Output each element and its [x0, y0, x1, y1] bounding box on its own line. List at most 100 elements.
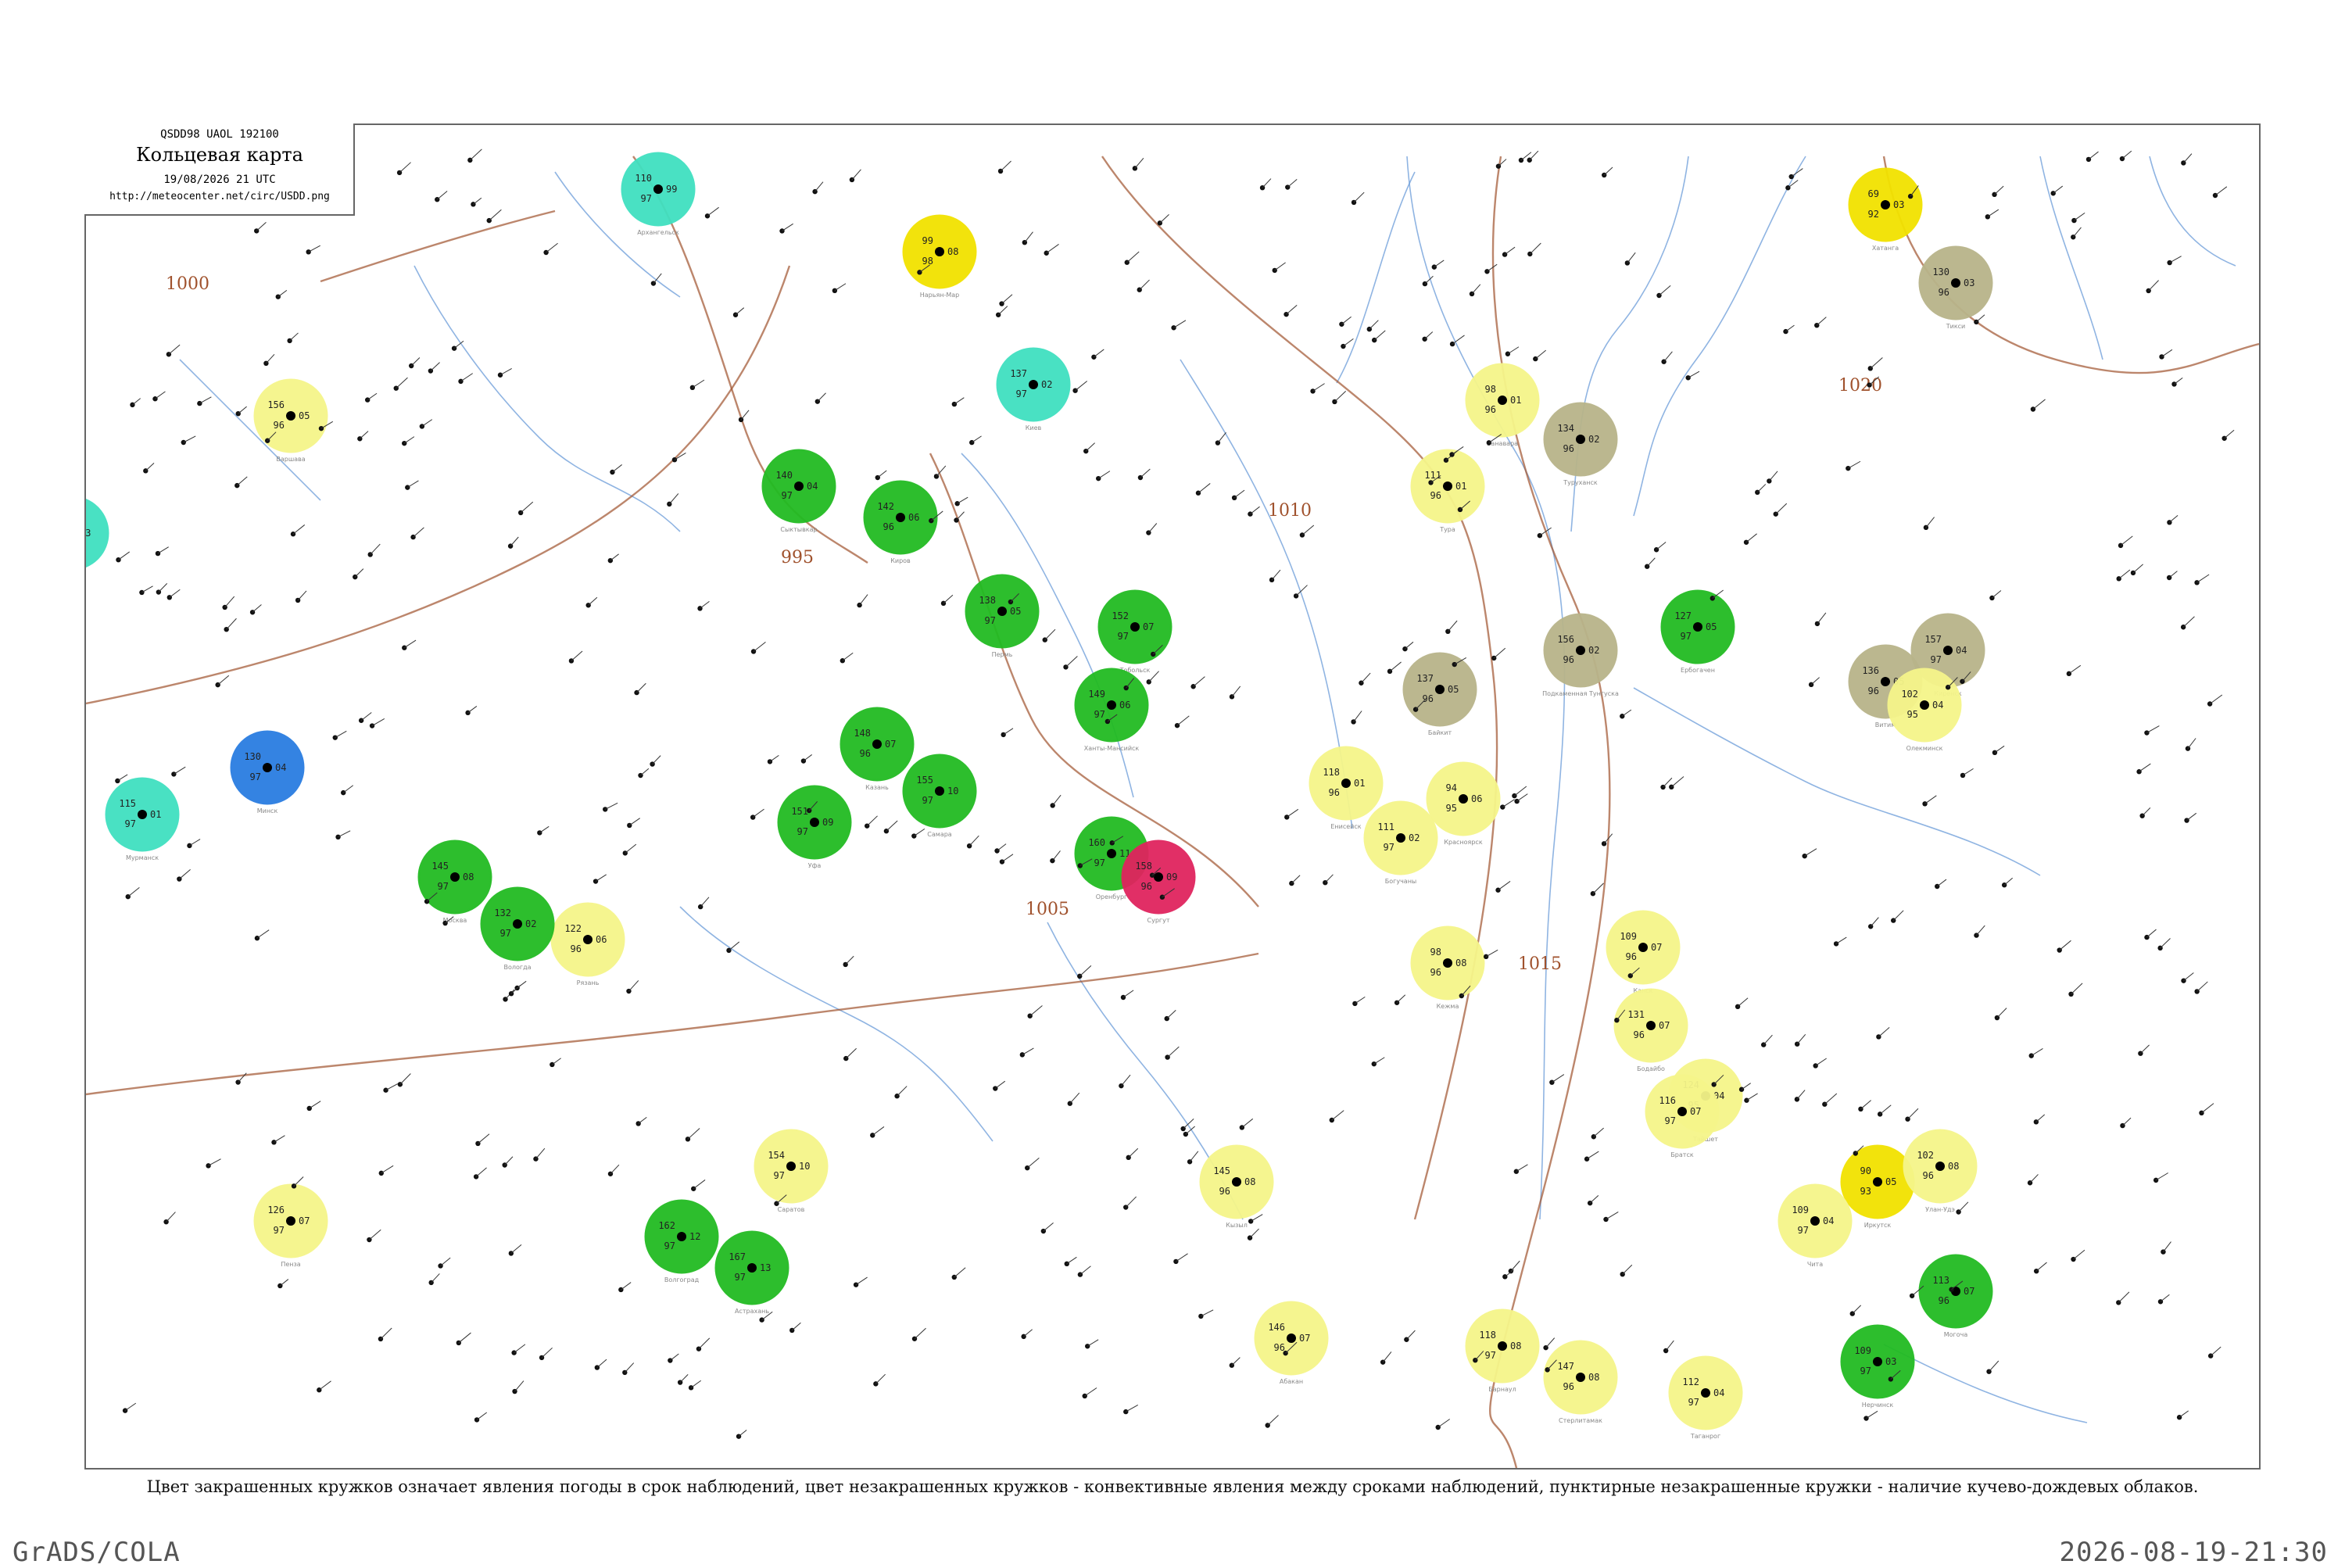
river-line — [414, 265, 681, 532]
station-marker[interactable]: 130 96 03 Тикси — [1918, 245, 1993, 330]
station-marker[interactable]: 132 97 02 Вологда — [480, 886, 555, 971]
station-marker[interactable]: 989601Ванавара — [1465, 363, 1540, 447]
station-marker[interactable]: 130 97 04 Минск — [230, 730, 305, 814]
station-dot — [2071, 217, 2077, 224]
station-marker[interactable]: 155 97 10 Самара — [902, 754, 977, 838]
station-temperature: 99 — [922, 235, 933, 246]
station-dot — [1744, 1097, 1749, 1103]
wind-barb — [968, 835, 979, 847]
wind-barb — [1852, 1305, 1862, 1314]
station-marker[interactable]: 1139703Гродно — [86, 497, 109, 580]
wind-barb — [2224, 429, 2235, 439]
wind-barb — [1545, 1337, 1556, 1348]
station-marker[interactable]: 158 96 09 Сургут — [1121, 839, 1196, 924]
station-marker[interactable]: 94 95 06 Красноярск — [1426, 761, 1501, 846]
station-marker[interactable]: 140 97 04 Сыктывкар — [761, 449, 836, 533]
station-marker[interactable]: 134 96 02 Туруханск — [1543, 402, 1618, 486]
station-marker[interactable]: 116 97 07 Братск — [1645, 1074, 1720, 1158]
wind-barb — [1498, 881, 1511, 891]
wind-barb — [504, 1156, 514, 1165]
station-temperature: 90 — [1860, 1165, 1871, 1176]
station-dewpoint: 97 — [1665, 1115, 1676, 1126]
station-marker[interactable]: 102 96 08 Улан-Удэ — [1903, 1129, 1978, 1213]
station-marker[interactable]: 162 97 12 Волгоград — [644, 1199, 719, 1283]
station-temperature: 146 — [1268, 1322, 1285, 1333]
wind-barb — [1173, 320, 1187, 328]
wind-barb — [740, 410, 750, 421]
station-marker[interactable]: 131 96 07 Бодайбо — [1613, 988, 1688, 1072]
wind-barb — [971, 435, 982, 443]
station-marker[interactable]: 90 93 05 Иркутск — [1840, 1144, 1915, 1229]
wind-barb — [1745, 533, 1757, 543]
station-dewpoint: 97 — [1681, 631, 1692, 642]
station-name: Абакан — [1280, 1378, 1303, 1385]
wind-barb — [1504, 246, 1516, 255]
station-marker[interactable]: 145 96 08 Кызыл — [1199, 1144, 1274, 1229]
station-marker[interactable]: 127 97 05 Ербогачен — [1660, 589, 1735, 674]
station-marker[interactable]: 113 96 07 Могоча — [1918, 1254, 1993, 1338]
station-name: Кызыл — [1226, 1222, 1248, 1229]
wind-barb — [1097, 471, 1111, 479]
station-pressure: 04 — [1823, 1215, 1834, 1226]
station-marker[interactable]: 138 97 05 Пермь — [965, 574, 1040, 658]
station-temperature: 116 — [1659, 1095, 1676, 1106]
station-marker[interactable]: 137 96 05 Байкит — [1402, 652, 1477, 736]
station-marker[interactable]: 112 97 04 Таганрог — [1668, 1355, 1743, 1440]
station-name: Олекминск — [1906, 745, 1943, 752]
station-marker[interactable]: 156 96 05 Варшава — [253, 378, 328, 463]
station-marker[interactable]: 109 97 04 Чита — [1778, 1183, 1853, 1268]
station-marker[interactable]: 99 98 08 Нарьян-Мар — [902, 214, 977, 299]
wind-barb — [1023, 1329, 1033, 1337]
station-marker[interactable]: 109 97 03 Нерчинск — [1840, 1324, 1915, 1409]
wind-barb — [1087, 1339, 1099, 1347]
station-marker[interactable]: 154 97 10 Саратов — [754, 1129, 829, 1213]
station-marker[interactable]: 146 96 07 Абакан — [1254, 1301, 1329, 1385]
station-marker[interactable]: 156 96 02 Подкаменная Тунгуска — [1542, 613, 1619, 697]
station-marker[interactable]: 1529707Тобольск — [1097, 589, 1172, 674]
station-dewpoint: 97 — [1688, 1397, 1699, 1408]
station-marker[interactable]: 1099607Канск — [1606, 910, 1681, 994]
source-url[interactable]: http://meteocenter.net/circ/USDD.png — [84, 191, 355, 202]
station-pressure: 03 — [1964, 277, 1974, 288]
station-marker[interactable]: 110 97 99 Архангельск — [621, 152, 696, 236]
wind-barb — [791, 1322, 801, 1331]
station-marker[interactable]: 98 96 08 Кежма — [1410, 925, 1485, 1010]
station-dot — [306, 1105, 312, 1112]
wind-barb — [1052, 794, 1062, 806]
wind-barb — [520, 501, 534, 514]
station-marker[interactable]: 151 97 09 Уфа — [777, 785, 852, 869]
station-marker[interactable]: 118 97 08 Барнаул — [1465, 1308, 1540, 1393]
station-temperature: 157 — [1924, 634, 1942, 645]
station-marker[interactable]: 1459708Москва — [417, 839, 492, 924]
station-marker[interactable]: 122 96 06 Рязань — [550, 902, 625, 986]
station-marker[interactable]: 111 97 02 Богучаны — [1363, 800, 1438, 885]
station-marker[interactable]: 142 96 06 Киров — [863, 480, 938, 564]
wind-barb — [1066, 1256, 1077, 1265]
wind-barb — [954, 1267, 966, 1278]
wind-barb — [2121, 150, 2132, 159]
station-marker[interactable]: 167 97 13 Астрахань — [714, 1230, 789, 1315]
station-marker[interactable]: 102 95 04 Олекминск — [1887, 668, 1962, 752]
station-marker[interactable]: 147 96 08 Стерлитамак — [1543, 1340, 1618, 1424]
station-temperature: 134 — [1557, 423, 1574, 434]
wind-barb — [2161, 349, 2173, 357]
station-name: Мурманск — [126, 854, 159, 861]
wind-barb — [381, 1165, 394, 1174]
river-line — [2039, 156, 2103, 360]
wind-barb — [293, 1176, 304, 1187]
wind-barb — [1389, 661, 1402, 672]
wind-barb — [1656, 542, 1667, 550]
station-marker[interactable]: 69 92 03 Хатанга — [1848, 167, 1923, 252]
station-marker[interactable]: 148 96 07 Казань — [840, 707, 915, 791]
station-dewpoint: 97 — [274, 1225, 285, 1236]
station-dewpoint: 96 — [1329, 787, 1340, 798]
station-marker[interactable]: 149 97 06 Ханты-Мансийск — [1074, 668, 1149, 752]
station-marker[interactable]: 111 96 01 Тура — [1410, 449, 1485, 533]
station-pressure: 08 — [1588, 1372, 1599, 1383]
wind-barb — [189, 839, 201, 847]
wind-barb — [1201, 1309, 1214, 1317]
wind-barb — [753, 641, 766, 652]
station-marker[interactable]: 137 97 02 Киев — [996, 347, 1071, 431]
station-marker[interactable]: 115 97 01 Мурманск — [105, 777, 180, 861]
station-marker[interactable]: 126 97 07 Пенза — [253, 1183, 328, 1268]
